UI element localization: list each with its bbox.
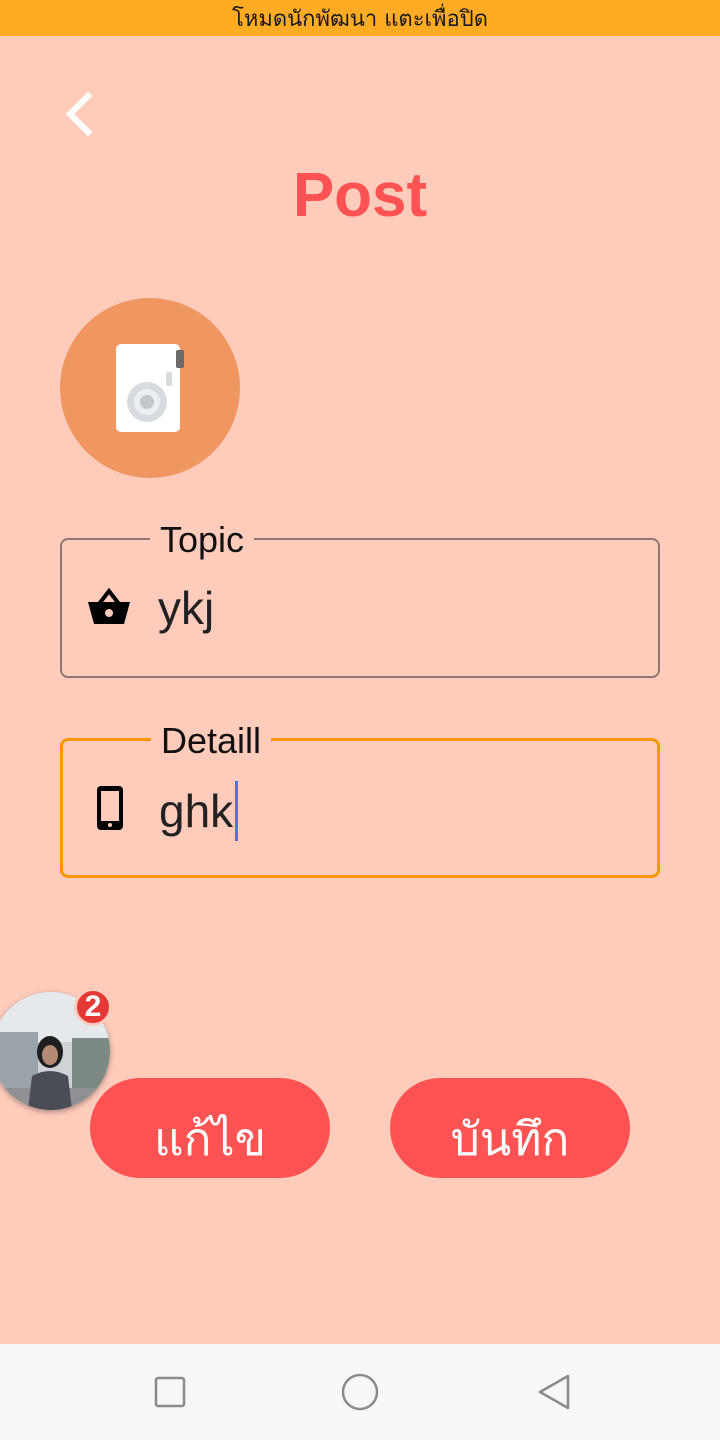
page-title: Post xyxy=(292,161,428,230)
chat-head-bubble[interactable]: 2 xyxy=(0,988,112,1116)
camera-icon xyxy=(116,344,184,432)
topic-input[interactable]: ykj xyxy=(158,580,214,636)
system-navigation-bar xyxy=(0,1344,720,1440)
smartphone-icon xyxy=(97,786,123,830)
edit-button-label: แก้ไข xyxy=(153,1111,267,1166)
save-button-label: บันทึก xyxy=(450,1111,570,1166)
save-button[interactable]: บันทึก xyxy=(390,1078,630,1178)
home-button[interactable] xyxy=(340,1372,380,1412)
back-button[interactable] xyxy=(56,88,104,140)
topic-label: Topic xyxy=(150,520,255,560)
chevron-left-icon xyxy=(65,91,93,137)
developer-mode-banner[interactable]: โหมดนักพัฒนา แตะเพื่อปิด xyxy=(0,0,720,36)
recents-button[interactable] xyxy=(150,1372,190,1412)
square-icon xyxy=(154,1376,186,1408)
edit-button[interactable]: แก้ไข xyxy=(90,1078,330,1178)
shopping-basket-icon xyxy=(88,587,130,624)
developer-mode-text: โหมดนักพัฒนา แตะเพื่อปิด xyxy=(232,6,488,32)
circle-icon xyxy=(341,1373,379,1411)
triangle-back-icon xyxy=(538,1374,570,1410)
system-back-button[interactable] xyxy=(534,1372,574,1412)
image-picker-button[interactable] xyxy=(60,298,240,478)
text-caret xyxy=(235,781,239,841)
detail-label: Detaill xyxy=(151,721,272,761)
detail-field[interactable]: Detaill ghk xyxy=(60,721,660,878)
detail-input[interactable]: ghk xyxy=(159,781,239,841)
topic-field[interactable]: Topic ykj xyxy=(60,520,660,678)
notification-badge: 2 xyxy=(74,988,112,1026)
detail-input-text: ghk xyxy=(159,785,234,837)
